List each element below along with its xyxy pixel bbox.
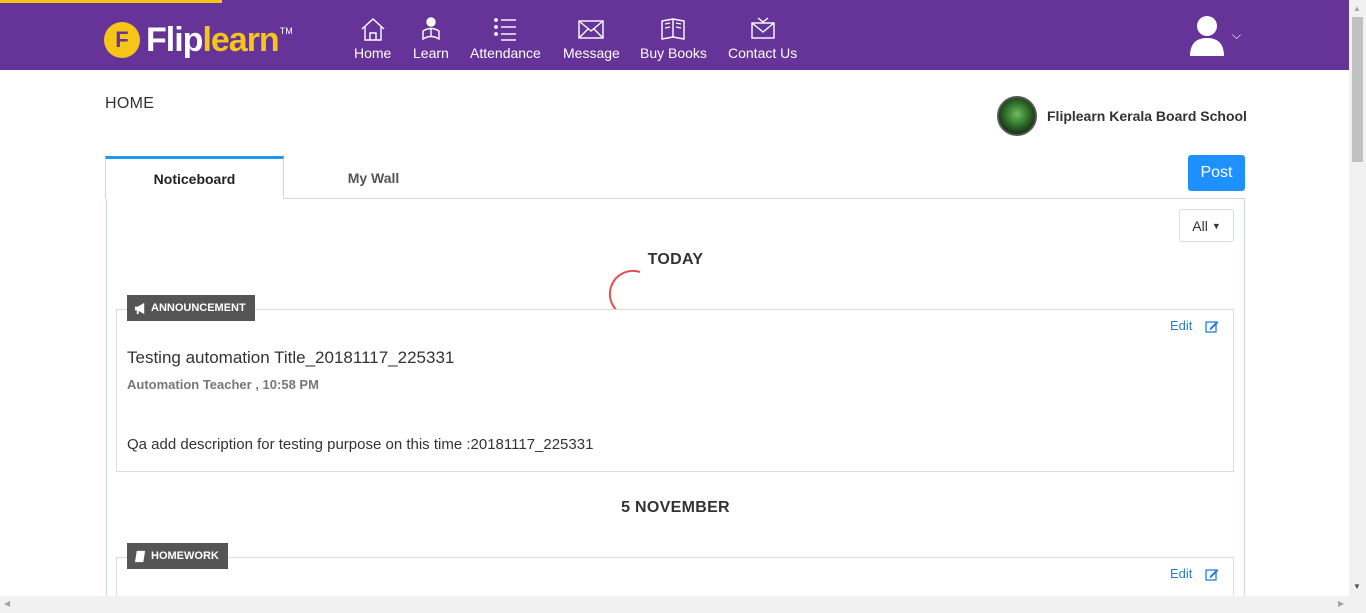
homework-tag-label: HOMEWORK — [151, 550, 219, 562]
nav-contact-us[interactable]: Contact Us — [728, 15, 797, 65]
nav-buy-books-label: Buy Books — [640, 45, 707, 61]
nav-attendance[interactable]: Attendance — [470, 15, 541, 65]
edit-icon — [1205, 320, 1219, 333]
fliplearn-logo[interactable]: F Fliplearn TM — [104, 20, 293, 60]
announcement-meta: Automation Teacher , 10:58 PM — [127, 377, 319, 392]
announcement-tag: ANNOUNCEMENT — [127, 295, 255, 321]
edit-link-label: Edit — [1170, 566, 1193, 581]
book-icon — [134, 550, 146, 562]
scroll-right-arrow-icon[interactable]: ▶ — [1338, 599, 1344, 608]
scroll-left-arrow-icon[interactable]: ◀ — [4, 599, 10, 608]
tab-my-wall[interactable]: My Wall — [284, 156, 463, 199]
filter-dropdown[interactable]: All ▼ — [1179, 209, 1234, 242]
day-heading-today: TODAY — [647, 251, 704, 268]
scroll-down-arrow-icon[interactable]: ▼ — [1353, 582, 1361, 591]
edit-homework[interactable]: Edit — [1170, 566, 1219, 581]
school-name: Fliplearn Kerala Board School — [1047, 108, 1247, 124]
nav-message[interactable]: Message — [563, 15, 620, 65]
nav-learn-label: Learn — [413, 45, 449, 61]
chevron-down-icon: ⌵ — [1232, 27, 1242, 42]
edit-link-label: Edit — [1170, 318, 1193, 333]
top-navbar: F Fliplearn TM Home Learn Attendance Mes… — [0, 0, 1349, 70]
nav-home[interactable]: Home — [354, 15, 391, 65]
books-icon — [661, 18, 686, 40]
feed-tabs: Noticeboard My Wall — [105, 156, 463, 199]
nav-message-label: Message — [563, 45, 620, 61]
day-heading-5-november: 5 NOVEMBER — [621, 499, 730, 516]
nav-home-label: Home — [354, 45, 392, 61]
learn-icon — [422, 17, 440, 41]
logo-trademark: TM — [279, 26, 293, 36]
nav-attendance-label: Attendance — [470, 45, 541, 61]
announcement-title: Testing automation Title_20181117_225331 — [127, 348, 455, 367]
page-loading-bar — [0, 0, 222, 3]
message-icon — [578, 20, 605, 39]
nav-learn[interactable]: Learn — [413, 15, 449, 65]
page-title: HOME — [105, 95, 155, 112]
announcement-description: Qa add description for testing purpose o… — [127, 436, 594, 453]
attendance-icon — [494, 18, 517, 41]
school-avatar — [997, 96, 1037, 136]
homework-tag: HOMEWORK — [127, 543, 228, 569]
horizontal-scrollbar[interactable]: ◀ ▶ — [0, 596, 1366, 613]
post-button[interactable]: Post — [1188, 155, 1245, 191]
nav-buy-books[interactable]: Buy Books — [640, 15, 707, 65]
megaphone-icon — [134, 302, 145, 314]
user-menu[interactable]: ⌵ — [1188, 14, 1241, 56]
edit-announcement[interactable]: Edit — [1170, 318, 1219, 333]
edit-icon — [1205, 568, 1219, 581]
caret-down-icon: ▼ — [1211, 220, 1221, 231]
announcement-tag-label: ANNOUNCEMENT — [151, 302, 246, 314]
filter-selected: All — [1192, 217, 1208, 234]
nav-contact-us-label: Contact Us — [728, 45, 798, 61]
scroll-up-arrow-icon[interactable]: ▲ — [1353, 4, 1361, 13]
tab-noticeboard[interactable]: Noticeboard — [105, 156, 284, 199]
contact-icon — [750, 17, 775, 39]
logo-badge: F — [104, 22, 140, 58]
home-icon — [361, 18, 385, 41]
vertical-scrollbar[interactable]: ▲ ▼ — [1349, 0, 1366, 596]
school-info: Fliplearn Kerala Board School — [997, 96, 1247, 136]
user-avatar-icon — [1190, 16, 1224, 56]
logo-wordmark: Fliplearn — [146, 21, 280, 59]
vertical-scroll-thumb[interactable] — [1352, 17, 1363, 162]
